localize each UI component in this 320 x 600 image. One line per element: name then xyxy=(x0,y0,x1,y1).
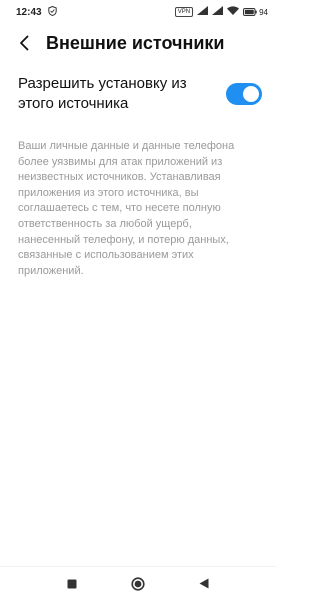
battery-level: 94 xyxy=(259,7,268,17)
status-time: 12:43 xyxy=(16,6,42,18)
shield-icon xyxy=(47,5,57,19)
screen: 12:43 VPN 94 Внешние источники Разрешить… xyxy=(0,0,276,600)
back-triangle-icon xyxy=(199,578,209,589)
toggle-knob xyxy=(243,86,259,102)
navigation-bar xyxy=(0,566,276,600)
warning-description: Ваши личные данные и данные телефона бол… xyxy=(18,140,235,277)
page-title: Внешние источники xyxy=(46,32,225,53)
signal-icon xyxy=(212,6,224,18)
wifi-icon xyxy=(227,6,240,18)
home-button[interactable] xyxy=(128,574,148,594)
nav-back-button[interactable] xyxy=(194,574,214,594)
battery-icon: 94 xyxy=(243,8,268,17)
allow-install-label: Разрешить установку из этого источника xyxy=(18,75,187,112)
signal-icon xyxy=(197,6,209,18)
allow-install-toggle[interactable] xyxy=(226,83,262,105)
status-right: VPN 94 xyxy=(174,6,268,18)
recents-button[interactable] xyxy=(62,574,82,594)
vpn-badge: VPN xyxy=(174,7,194,17)
home-circle-icon xyxy=(131,576,145,591)
back-arrow-icon xyxy=(20,35,29,51)
back-button[interactable] xyxy=(14,31,34,55)
header: Внешние источники xyxy=(0,28,276,58)
recents-square-icon xyxy=(67,579,77,588)
allow-install-setting-row[interactable]: Разрешить установку из этого источника xyxy=(18,74,262,114)
status-left: 12:43 xyxy=(16,5,57,19)
status-bar: 12:43 VPN 94 xyxy=(0,0,276,24)
